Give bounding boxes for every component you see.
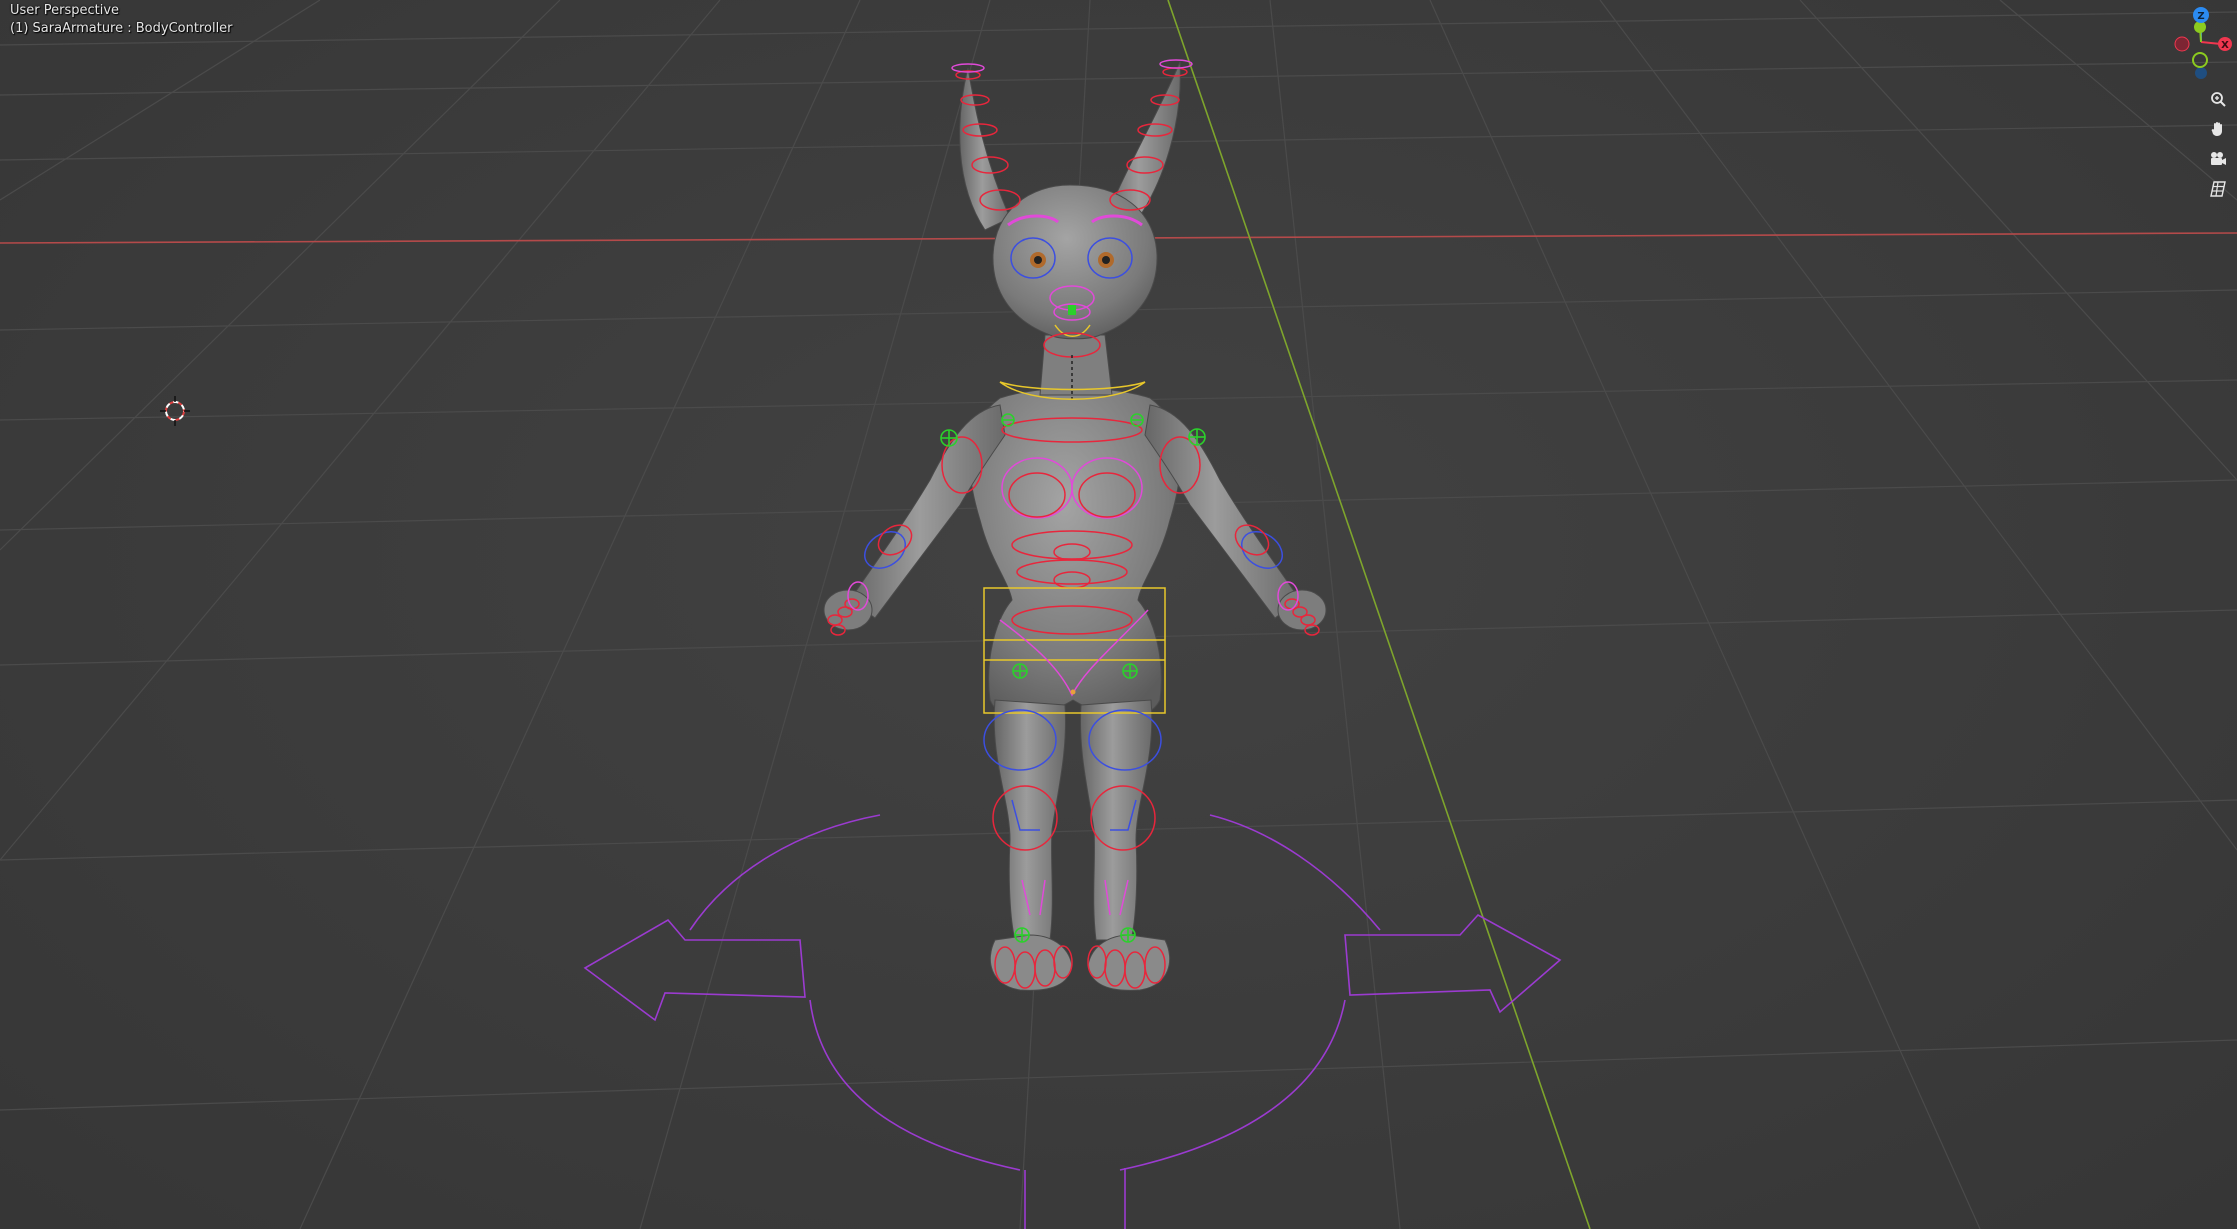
gizmo-x-label: X <box>2221 40 2229 51</box>
view-name-label: User Perspective <box>10 3 120 18</box>
gizmo-z-label: Z <box>2197 11 2204 22</box>
navigation-gizmo[interactable]: Z X <box>2157 0 2237 80</box>
ortho-toggle-button[interactable] <box>2205 176 2231 202</box>
gizmo-neg-x[interactable] <box>2174 36 2190 52</box>
camera-icon <box>2211 152 2226 165</box>
3d-viewport[interactable]: User Perspective (1) SaraArmature : Body… <box>0 0 2237 1229</box>
neck <box>1039 334 1113 396</box>
object-origin <box>1070 689 1076 695</box>
pan-button[interactable] <box>2205 116 2231 142</box>
zoom-icon <box>2211 92 2226 107</box>
active-object-label: (1) SaraArmature : BodyController <box>10 21 233 36</box>
3d-cursor[interactable] <box>160 396 190 426</box>
camera-view-button[interactable] <box>2205 146 2231 172</box>
gizmo-neg-z[interactable] <box>2195 67 2207 79</box>
gizmo-neg-y[interactable] <box>2192 52 2208 68</box>
y-axis-line <box>1167 0 1591 1229</box>
leg-left <box>993 699 1066 941</box>
hand-pan-icon <box>2211 122 2222 136</box>
zoom-button[interactable] <box>2205 86 2231 112</box>
head <box>992 184 1158 340</box>
viewport-scene[interactable] <box>0 0 2237 1229</box>
root-control-bone[interactable] <box>583 814 1562 1229</box>
grid-ortho-icon <box>2210 181 2226 197</box>
